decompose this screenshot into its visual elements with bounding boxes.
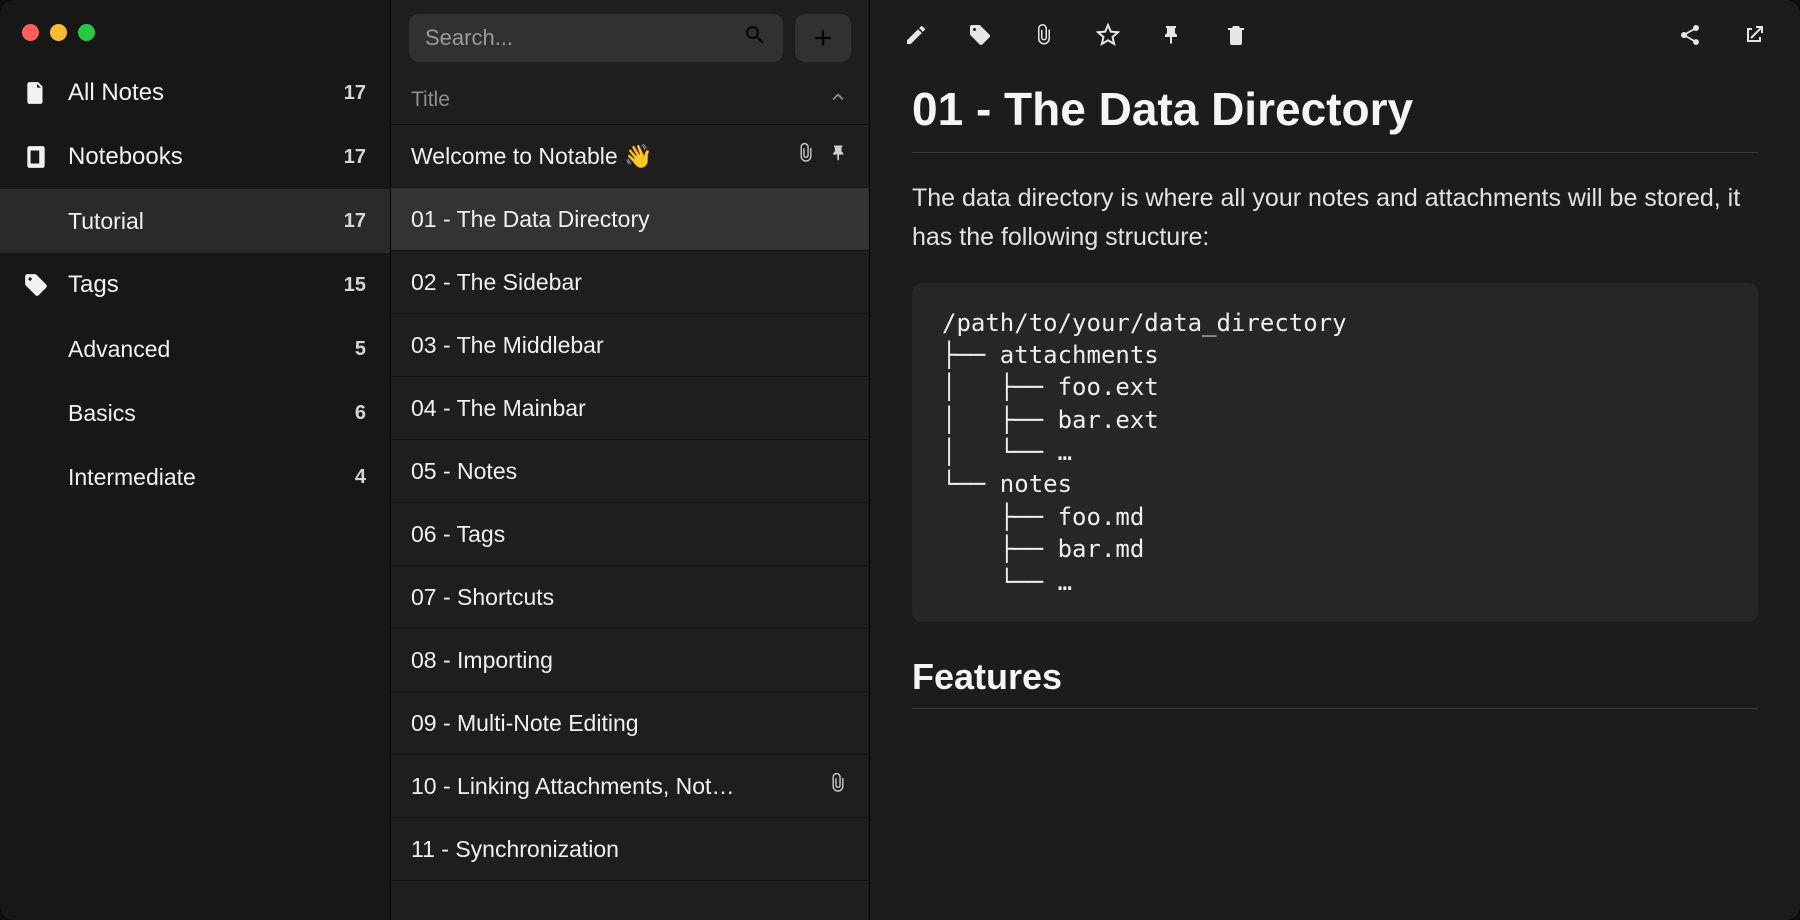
- sidebar-item-label: Notebooks: [68, 143, 344, 171]
- middlebar: Title Welcome to Notable 👋 01 - The Data …: [390, 0, 870, 920]
- sidebar-item-count: 5: [355, 338, 366, 361]
- note-title-label: 11 - Synchronization: [411, 836, 849, 863]
- note-row[interactable]: 02 - The Sidebar: [391, 251, 869, 314]
- note-intro: The data directory is where all your not…: [912, 179, 1758, 257]
- sidebar-item-label: Intermediate: [68, 464, 355, 491]
- note-row[interactable]: 10 - Linking Attachments, Not…: [391, 755, 869, 818]
- sidebar-item-count: 15: [344, 274, 366, 297]
- sidebar-item-intermediate[interactable]: Intermediate4: [0, 445, 390, 509]
- note-row[interactable]: 01 - The Data Directory: [391, 188, 869, 251]
- close-window-button[interactable]: [22, 24, 39, 41]
- sidebar-item-label: Advanced: [68, 336, 355, 363]
- new-note-button[interactable]: [795, 14, 851, 62]
- note-row[interactable]: 07 - Shortcuts: [391, 566, 869, 629]
- attachments-button[interactable]: [1018, 12, 1070, 58]
- paperclip-icon: [795, 142, 817, 170]
- note-title-label: 02 - The Sidebar: [411, 269, 849, 296]
- note-heading-features: Features: [912, 656, 1758, 709]
- document-icon: [22, 79, 50, 107]
- note-row[interactable]: 06 - Tags: [391, 503, 869, 566]
- note-title: 01 - The Data Directory: [912, 82, 1758, 153]
- share-button[interactable]: [1664, 12, 1716, 58]
- paperclip-icon: [827, 772, 849, 800]
- middlebar-toolbar: [391, 0, 869, 76]
- note-title-label: 05 - Notes: [411, 458, 849, 485]
- delete-button[interactable]: [1210, 12, 1262, 58]
- note-row[interactable]: 05 - Notes: [391, 440, 869, 503]
- minimize-window-button[interactable]: [50, 24, 67, 41]
- sidebar-item-tutorial[interactable]: Tutorial17: [0, 189, 390, 253]
- maximize-window-button[interactable]: [78, 24, 95, 41]
- tag-icon: [22, 271, 50, 299]
- sidebar-item-label: Tutorial: [68, 208, 344, 235]
- sidebar-item-count: 17: [344, 210, 366, 233]
- search-icon: [743, 23, 767, 53]
- note-row[interactable]: 04 - The Mainbar: [391, 377, 869, 440]
- edit-button[interactable]: [890, 12, 942, 58]
- note-title-label: 10 - Linking Attachments, Not…: [411, 773, 827, 800]
- notebook-icon: [22, 143, 50, 171]
- note-row[interactable]: 11 - Synchronization: [391, 818, 869, 881]
- sidebar-item-basics[interactable]: Basics6: [0, 381, 390, 445]
- sidebar-item-notebooks[interactable]: Notebooks17: [0, 125, 390, 189]
- code-block: /path/to/your/data_directory ├── attachm…: [912, 283, 1758, 623]
- sidebar-item-advanced[interactable]: Advanced5: [0, 317, 390, 381]
- note-title-label: 03 - The Middlebar: [411, 332, 849, 359]
- note-title-label: 07 - Shortcuts: [411, 584, 849, 611]
- chevron-up-icon: [827, 86, 849, 114]
- sidebar: All Notes17Notebooks17Tutorial17Tags15Ad…: [0, 0, 390, 920]
- sidebar-item-label: Basics: [68, 400, 355, 427]
- note-title-label: 01 - The Data Directory: [411, 206, 849, 233]
- notes-column-header[interactable]: Title: [391, 76, 869, 125]
- note-row[interactable]: 09 - Multi-Note Editing: [391, 692, 869, 755]
- sidebar-item-all-notes[interactable]: All Notes17: [0, 61, 390, 125]
- tags-button[interactable]: [954, 12, 1006, 58]
- note-title-label: 06 - Tags: [411, 521, 849, 548]
- sidebar-item-tags[interactable]: Tags15: [0, 253, 390, 317]
- pin-icon: [829, 142, 849, 170]
- note-title-label: 09 - Multi-Note Editing: [411, 710, 849, 737]
- note-title-label: Welcome to Notable 👋: [411, 143, 795, 170]
- mainbar: 01 - The Data Directory The data directo…: [870, 0, 1800, 920]
- favorite-button[interactable]: [1082, 12, 1134, 58]
- note-title-label: 08 - Importing: [411, 647, 849, 674]
- note-content: 01 - The Data Directory The data directo…: [870, 70, 1800, 920]
- notes-list: Welcome to Notable 👋 01 - The Data Direct…: [391, 125, 869, 920]
- sidebar-item-count: 6: [355, 402, 366, 425]
- sidebar-item-label: Tags: [68, 271, 344, 299]
- sidebar-item-count: 17: [344, 146, 366, 169]
- note-row[interactable]: 03 - The Middlebar: [391, 314, 869, 377]
- column-header-label: Title: [411, 88, 450, 112]
- note-row[interactable]: 08 - Importing: [391, 629, 869, 692]
- search-box[interactable]: [409, 14, 783, 62]
- sidebar-item-count: 4: [355, 466, 366, 489]
- window-controls: [0, 8, 390, 61]
- search-input[interactable]: [425, 25, 743, 51]
- open-external-button[interactable]: [1728, 12, 1780, 58]
- app-window: All Notes17Notebooks17Tutorial17Tags15Ad…: [0, 0, 1800, 920]
- pin-button[interactable]: [1146, 12, 1198, 58]
- note-title-label: 04 - The Mainbar: [411, 395, 849, 422]
- sidebar-item-label: All Notes: [68, 79, 344, 107]
- sidebar-item-count: 17: [344, 82, 366, 105]
- main-toolbar: [870, 0, 1800, 70]
- note-row[interactable]: Welcome to Notable 👋: [391, 125, 869, 188]
